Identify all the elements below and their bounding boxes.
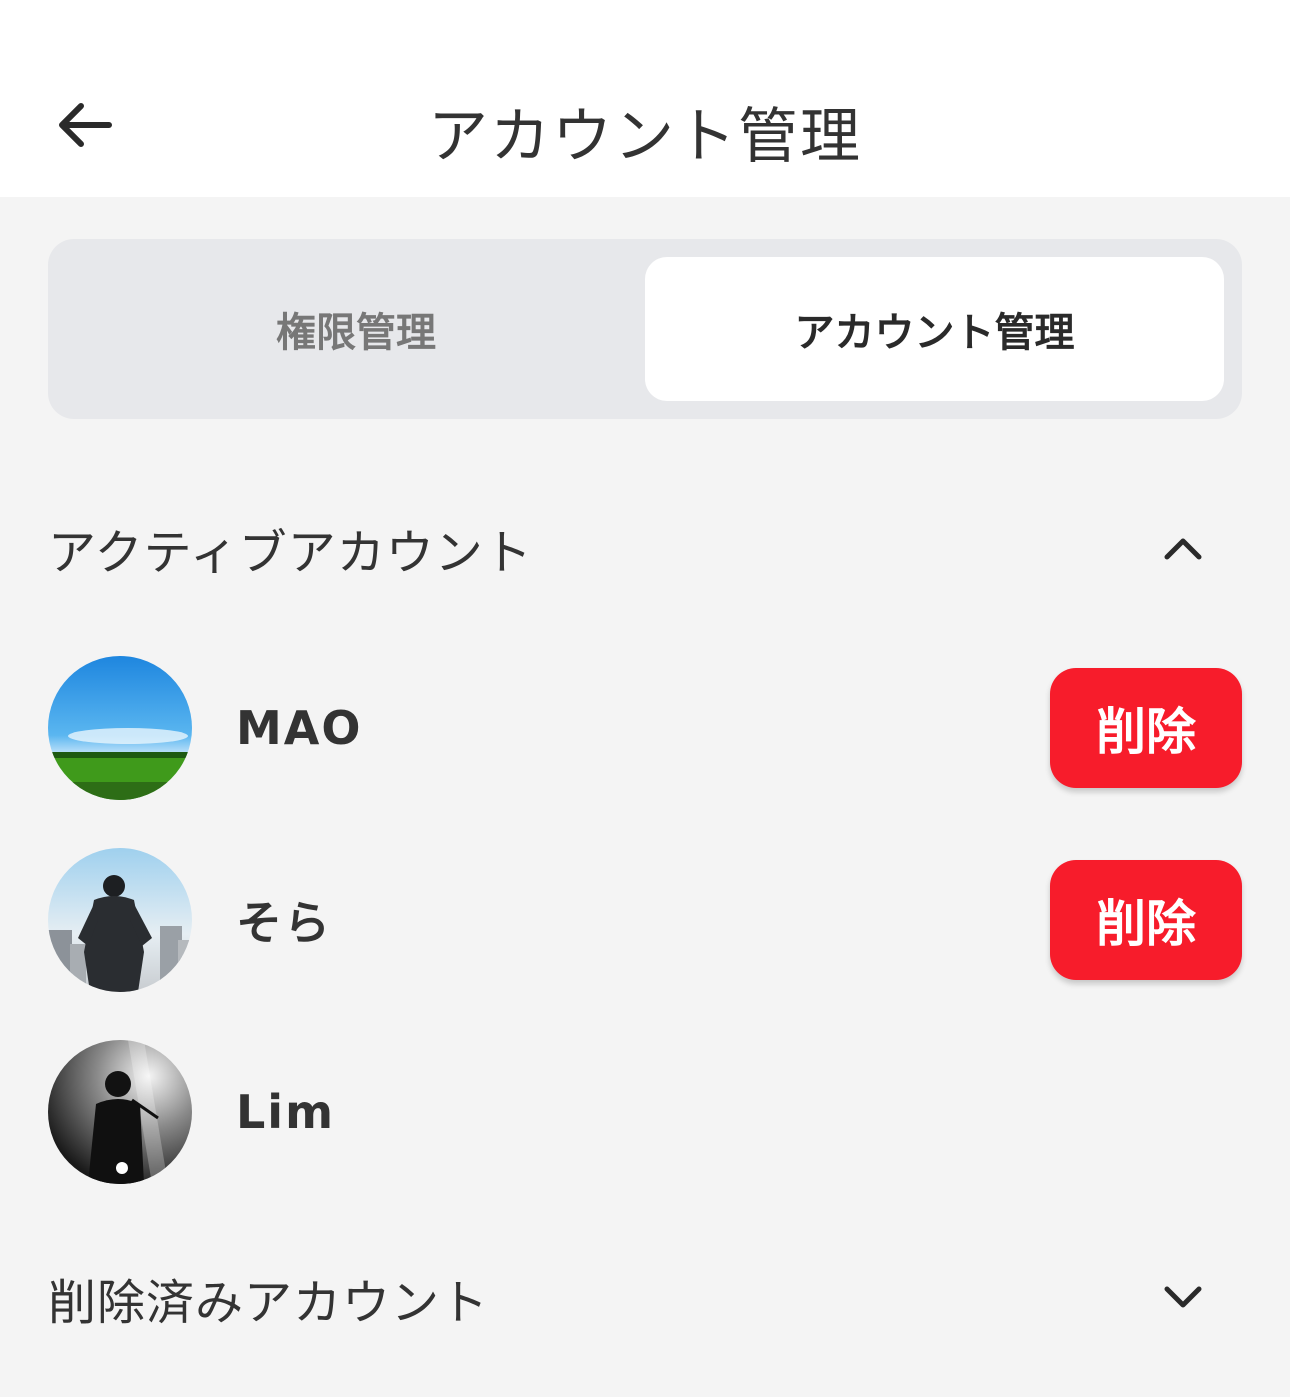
avatar-mao <box>48 656 192 800</box>
segmented-control: 権限管理 アカウント管理 <box>48 239 1242 419</box>
active-accounts-title: アクティブアカウント <box>48 525 533 581</box>
avatar-sora <box>48 848 192 992</box>
chevron-up-icon[interactable] <box>1148 513 1218 583</box>
account-name: そら <box>236 896 332 950</box>
active-accounts-header[interactable]: アクティブアカウント <box>48 498 1242 598</box>
account-name: Lim <box>236 1085 336 1139</box>
account-row-lim: Lim <box>48 1040 1242 1184</box>
deleted-accounts-title: 削除済みアカウント <box>48 1275 490 1331</box>
chevron-down-icon[interactable] <box>1148 1263 1218 1333</box>
deleted-accounts-header[interactable]: 削除済みアカウント <box>48 1248 1242 1348</box>
avatar-lim <box>48 1040 192 1184</box>
page-title: アカウント管理 <box>428 102 862 172</box>
delete-button[interactable]: 削除 <box>1050 668 1242 788</box>
account-row-sora: そら 削除 <box>48 848 1242 992</box>
account-row-mao: MAO 削除 <box>48 656 1242 800</box>
delete-button[interactable]: 削除 <box>1050 860 1242 980</box>
account-name: MAO <box>236 701 363 755</box>
tab-permission-management[interactable]: 権限管理 <box>66 257 646 401</box>
top-app-bar: アカウント管理 <box>0 0 1290 197</box>
tab-account-management[interactable]: アカウント管理 <box>645 257 1224 401</box>
